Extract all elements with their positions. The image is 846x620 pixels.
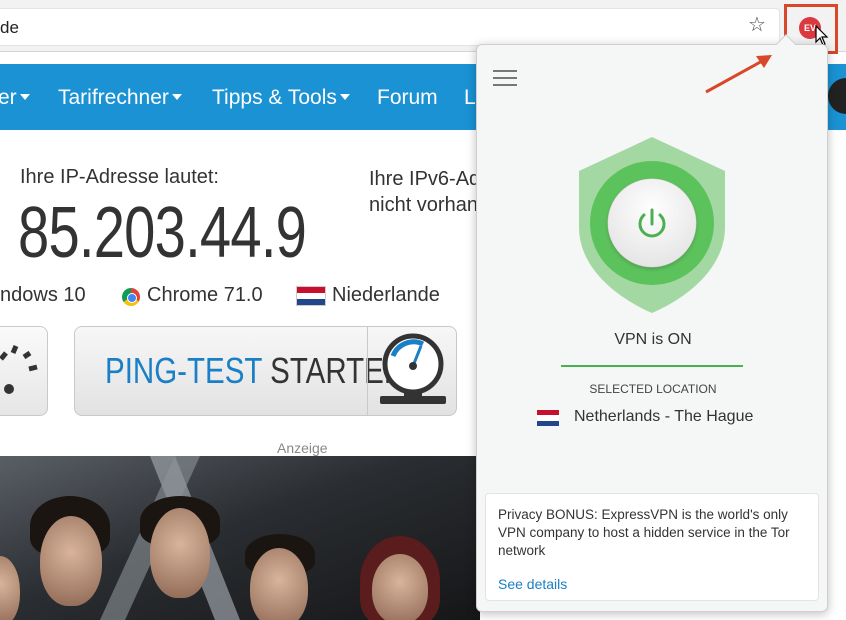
- nav-item-4[interactable]: L: [464, 86, 476, 110]
- location-name: Netherlands - The Hague: [574, 408, 754, 425]
- os-info: ndows 10: [0, 284, 86, 306]
- nav-item-forum[interactable]: Forum: [377, 86, 438, 110]
- ip-address: 85.203.44.9: [18, 193, 307, 273]
- url-text: de: [0, 18, 19, 37]
- speed-test-button[interactable]: [0, 326, 48, 416]
- nav-item-tipps-tools[interactable]: Tipps & Tools: [212, 86, 350, 110]
- netherlands-flag-icon: [296, 286, 326, 306]
- vpn-status: VPN is ON: [614, 331, 692, 348]
- vpn-popup: VPN is ON SELECTED LOCATION Netherlands …: [476, 34, 828, 612]
- status-underline: [561, 365, 743, 367]
- ad-label: Anzeige: [277, 440, 328, 456]
- ping-test-label: PING-TEST STARTEN: [105, 350, 406, 391]
- country-info: Niederlande: [332, 284, 440, 306]
- selected-location-label: SELECTED LOCATION: [589, 382, 717, 396]
- nav-item-0[interactable]: er: [0, 86, 30, 110]
- ad-banner-image[interactable]: [0, 456, 480, 620]
- ipv6-label: Ihre IPv6-Ad nicht vorhan: [369, 168, 481, 216]
- power-icon: [638, 208, 666, 238]
- see-details-link[interactable]: See details: [498, 576, 567, 592]
- nav-item-tarifrechner[interactable]: Tarifrechner: [58, 86, 182, 110]
- side-ad: [826, 456, 846, 620]
- annotation-arrow-icon: [705, 55, 772, 94]
- hamburger-icon[interactable]: [493, 70, 517, 86]
- bonus-text: Privacy BONUS: ExpressVPN is the world's…: [498, 507, 790, 558]
- netherlands-flag-icon: [537, 410, 559, 426]
- gauge-icon: [367, 326, 458, 416]
- bonus-card: Privacy BONUS: ExpressVPN is the world's…: [485, 493, 819, 601]
- chrome-icon: [122, 288, 140, 306]
- speedometer-icon: [0, 345, 38, 394]
- address-bar[interactable]: de: [0, 8, 780, 46]
- browser-info: Chrome 71.0: [147, 284, 263, 306]
- star-icon[interactable]: ☆: [748, 15, 766, 35]
- ip-label: Ihre IP-Adresse lautet:: [20, 166, 219, 188]
- ping-test-button[interactable]: PING-TEST STARTEN: [74, 326, 457, 416]
- power-button[interactable]: [608, 179, 696, 267]
